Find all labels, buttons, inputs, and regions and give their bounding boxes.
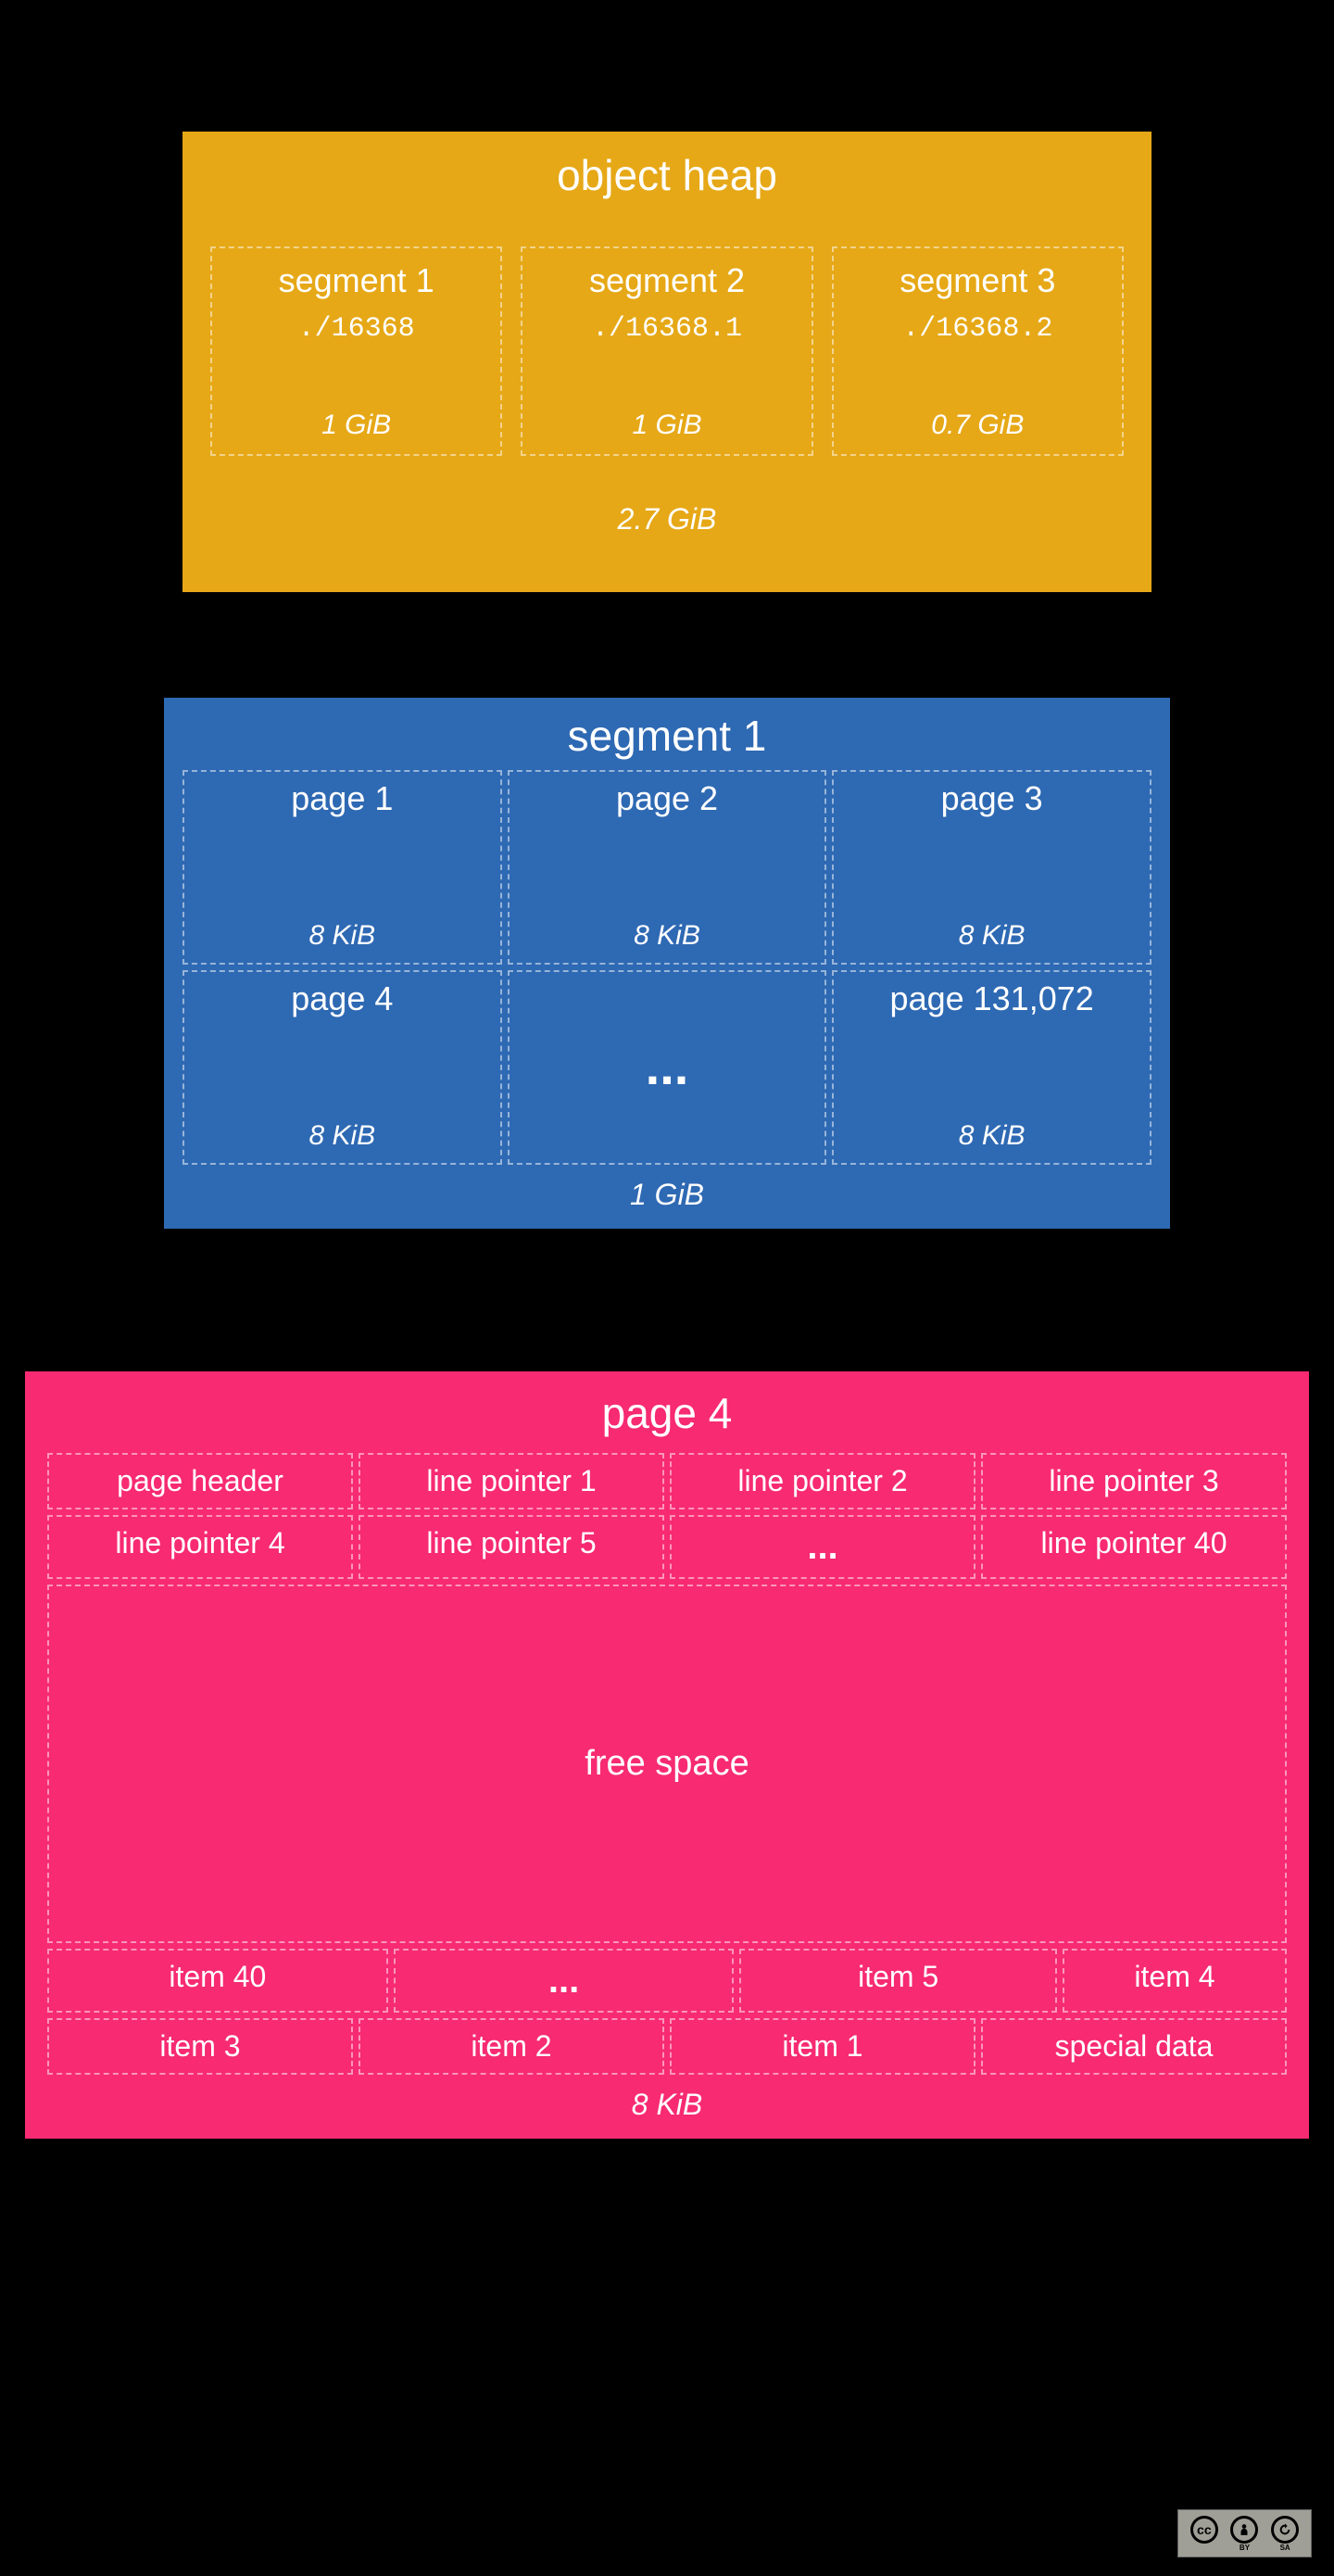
page-4: page 4 8 KiB [182, 970, 502, 1165]
page-size: 8 KiB [843, 920, 1140, 952]
page-2: page 2 8 KiB [508, 770, 827, 965]
segment-size: 1 GiB [532, 410, 801, 441]
segment-size: 1 GiB [221, 410, 491, 441]
page-name: page 2 [519, 779, 816, 818]
by-icon: BY [1230, 2516, 1258, 2544]
cc-icon: cc [1190, 2516, 1218, 2544]
item-3: item 3 [47, 2018, 353, 2075]
line-pointer-1: line pointer 1 [359, 1453, 664, 1509]
ellipsis-icon: ... [394, 1949, 735, 2013]
page-name: page 1 [194, 779, 491, 818]
heap-title: object heap [210, 150, 1124, 200]
segment-2: segment 2 ./16368.1 1 GiB [521, 246, 812, 456]
segment-path: ./16368.2 [843, 313, 1113, 345]
line-pointer-4: line pointer 4 [47, 1515, 353, 1579]
segment-path: ./16368.1 [532, 313, 801, 345]
line-pointer-40: line pointer 40 [981, 1515, 1287, 1579]
sa-icon: SA [1271, 2516, 1299, 2544]
heap-segments-row: segment 1 ./16368 1 GiB segment 2 ./1636… [210, 246, 1124, 456]
ellipsis-icon: ... [670, 1515, 975, 1579]
zoom-line [470, 2143, 866, 2189]
segment-3: segment 3 ./16368.2 0.7 GiB [832, 246, 1124, 456]
page-3: page 3 8 KiB [832, 770, 1152, 965]
ellipsis-icon: ... [646, 1036, 689, 1096]
item-5: item 5 [739, 1949, 1057, 2013]
page-size: 8 KiB [843, 1120, 1140, 1152]
page-header-cell: page header [47, 1453, 353, 1509]
line-pointer-row-2: line pointer 4 line pointer 5 ... line p… [47, 1515, 1287, 1579]
segment-name: segment 3 [843, 261, 1113, 300]
page-title: page 4 [47, 1388, 1287, 1438]
page-last: page 131,072 8 KiB [832, 970, 1152, 1165]
page-total-size: 8 KiB [47, 2088, 1287, 2122]
segment-detail-box: segment 1 page 1 8 KiB page 2 8 KiB page… [162, 696, 1172, 1231]
page-size: 8 KiB [194, 1120, 491, 1152]
heap-total-size: 2.7 GiB [210, 502, 1124, 537]
item-4: item 4 [1063, 1949, 1287, 2013]
segment-name: segment 1 [221, 261, 491, 300]
page-size: 8 KiB [194, 920, 491, 952]
object-heap-box: object heap segment 1 ./16368 1 GiB segm… [181, 130, 1153, 594]
line-pointer-3: line pointer 3 [981, 1453, 1287, 1509]
segment-name: segment 2 [532, 261, 801, 300]
page-detail-box: page 4 page header line pointer 1 line p… [23, 1370, 1311, 2140]
page-1: page 1 8 KiB [182, 770, 502, 965]
free-space: free space [47, 1585, 1287, 1943]
cc-by-sa-badge: cc BY SA [1177, 2509, 1312, 2557]
item-row-a: item 40 ... item 5 item 4 [47, 1949, 1287, 2013]
item-row-b: item 3 item 2 item 1 special data [47, 2018, 1287, 2075]
item-1: item 1 [670, 2018, 975, 2075]
special-data: special data [981, 2018, 1287, 2075]
segment-size: 0.7 GiB [843, 410, 1113, 441]
page-name: page 3 [843, 779, 1140, 818]
page-ellipsis: ... [508, 970, 827, 1165]
segment-title: segment 1 [182, 711, 1152, 761]
segment-total-size: 1 GiB [182, 1178, 1152, 1212]
line-pointer-row-1: page header line pointer 1 line pointer … [47, 1453, 1287, 1509]
item-2: item 2 [359, 2018, 664, 2075]
pages-grid: page 1 8 KiB page 2 8 KiB page 3 8 KiB p… [182, 770, 1152, 1165]
line-pointer-5: line pointer 5 [359, 1515, 664, 1579]
line-pointer-2: line pointer 2 [670, 1453, 975, 1509]
item-40: item 40 [47, 1949, 388, 2013]
page-name: page 4 [194, 979, 491, 1018]
segment-1: segment 1 ./16368 1 GiB [210, 246, 502, 456]
page-name: page 131,072 [843, 979, 1140, 1018]
segment-path: ./16368 [221, 313, 491, 345]
page-size: 8 KiB [519, 920, 816, 952]
